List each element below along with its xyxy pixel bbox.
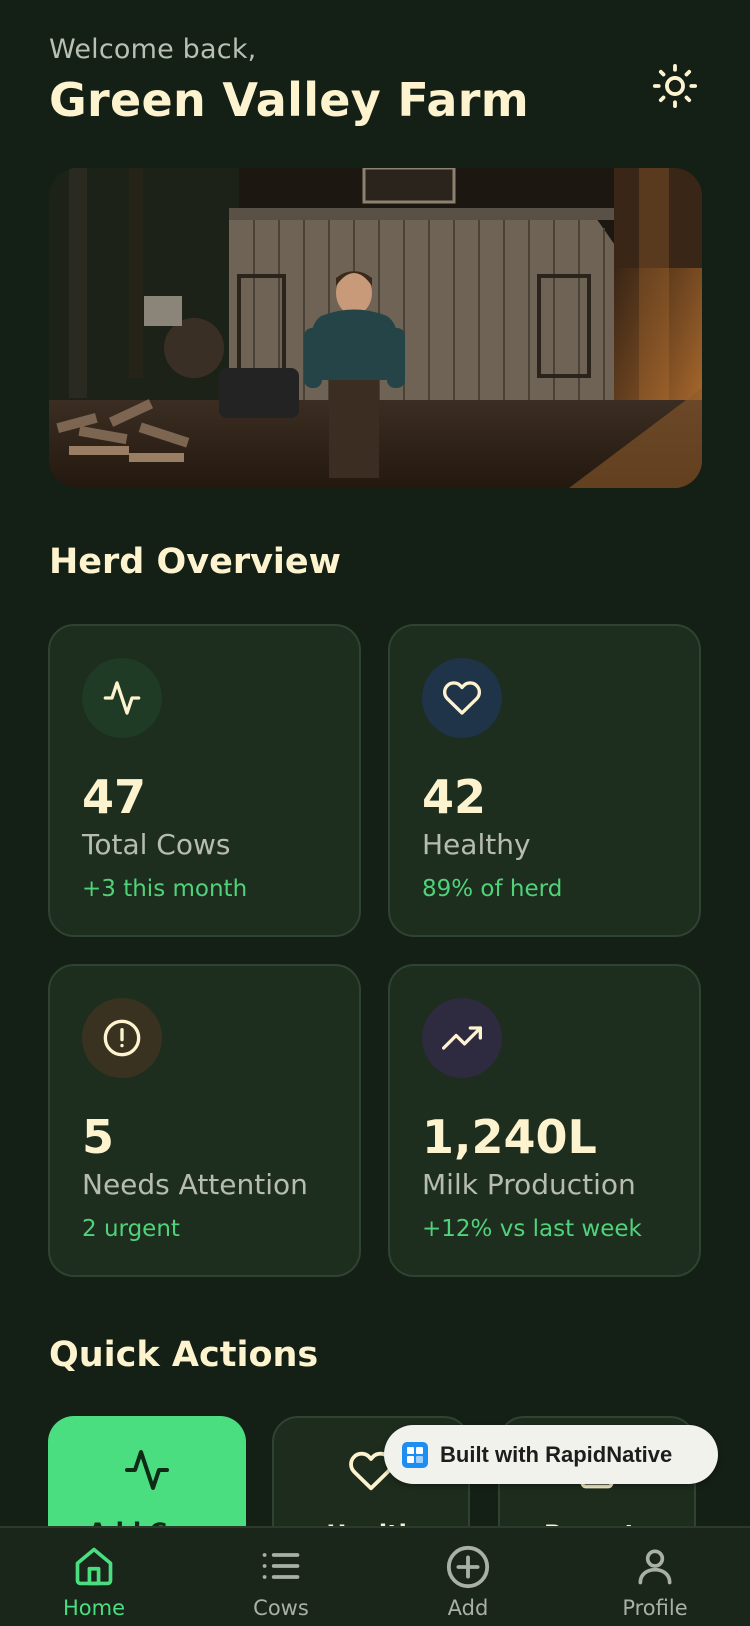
badge-text: Built with RapidNative (440, 1441, 673, 1467)
welcome-text: Welcome back, (49, 34, 257, 65)
sun-icon (652, 63, 698, 109)
nav-label: Profile (622, 1596, 688, 1620)
stat-label: Total Cows (82, 828, 231, 861)
hero-image (49, 168, 702, 488)
header: Welcome back, Green Valley Farm (49, 34, 701, 127)
user-icon (638, 1549, 672, 1585)
quick-actions-title: Quick Actions (49, 1335, 319, 1375)
heart-icon (442, 681, 482, 715)
stat-card-total-cows[interactable]: 47 Total Cows +3 this month (48, 624, 361, 937)
stat-value: 42 (422, 770, 487, 824)
nav-label: Add (447, 1596, 489, 1620)
stat-label: Milk Production (422, 1168, 636, 1201)
farm-name: Green Valley Farm (49, 73, 529, 127)
stat-subtext: 2 urgent (82, 1216, 180, 1242)
plus-circle-icon (446, 1545, 490, 1589)
nav-label: Cows (253, 1596, 309, 1620)
stat-subtext: +3 this month (82, 876, 248, 902)
stat-subtext: +12% vs last week (422, 1216, 642, 1242)
nav-label: Home (62, 1596, 125, 1620)
nav-item-home[interactable]: Home (0, 1528, 188, 1626)
stat-subtext: 89% of herd (422, 876, 563, 902)
activity-icon (103, 681, 141, 715)
home-icon (75, 1547, 113, 1586)
stat-label: Needs Attention (82, 1168, 308, 1201)
herd-overview-title: Herd Overview (49, 542, 341, 582)
alert-circle-icon (103, 1019, 141, 1057)
stat-card-healthy[interactable]: 42 Healthy 89% of herd (388, 624, 701, 937)
stat-label: Healthy (422, 828, 531, 861)
nav-item-profile[interactable]: Profile (561, 1528, 749, 1626)
rapidnative-logo-icon (402, 1441, 428, 1468)
list-icon (262, 1553, 300, 1579)
built-with-badge[interactable]: Built with RapidNative (384, 1425, 718, 1484)
stat-card-milk-production[interactable]: 1,240L Milk Production +12% vs last week (388, 964, 701, 1277)
barn-photo (49, 168, 702, 488)
stat-value: 47 (82, 770, 147, 824)
stat-value: 5 (82, 1110, 115, 1164)
bottom-nav: Home Cows Add Profile (0, 1526, 750, 1626)
stat-value: 1,240L (422, 1110, 597, 1164)
stat-card-needs-attention[interactable]: 5 Needs Attention 2 urgent (48, 964, 361, 1277)
theme-toggle-button[interactable] (649, 60, 701, 112)
nav-item-cows[interactable]: Cows (187, 1528, 375, 1626)
trending-up-icon (442, 1026, 482, 1050)
nav-item-add[interactable]: Add (374, 1528, 562, 1626)
activity-icon (125, 1450, 169, 1490)
